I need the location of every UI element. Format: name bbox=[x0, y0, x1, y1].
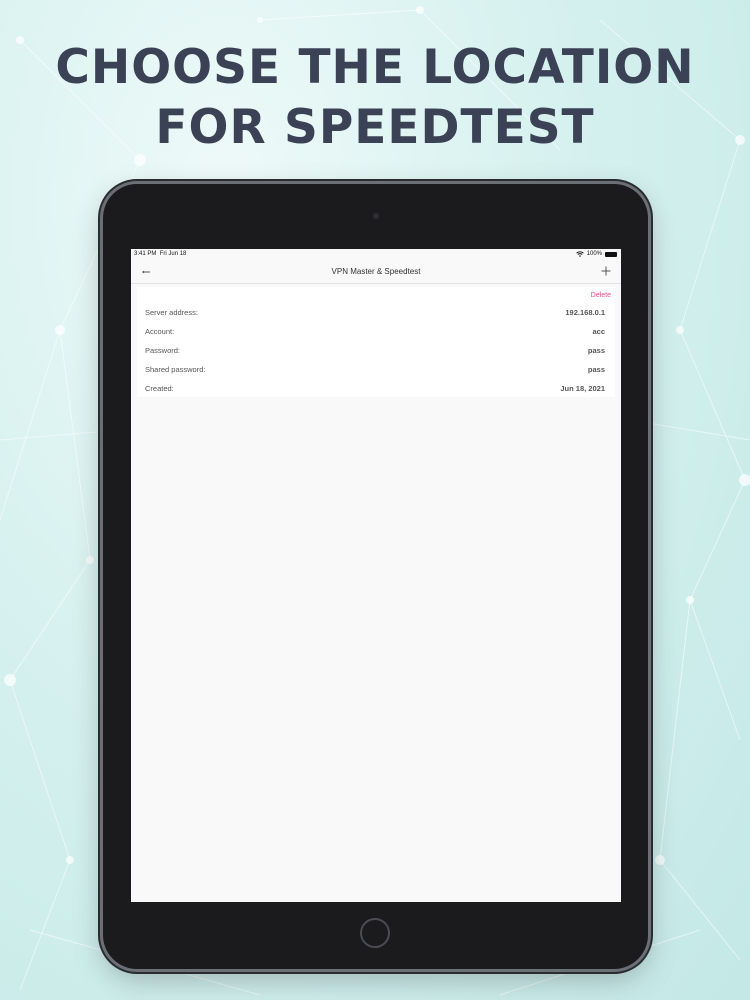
wifi-icon bbox=[575, 251, 584, 257]
detail-label: Account: bbox=[145, 327, 175, 336]
nav-title: VPN Master & Speedtest bbox=[331, 267, 421, 276]
headline: CHOOSE THE LOCATION FOR SPEEDTEST bbox=[0, 38, 750, 158]
detail-row-password: Password: pass bbox=[145, 346, 605, 358]
camera-icon bbox=[372, 212, 380, 220]
delete-button[interactable]: Delete bbox=[591, 292, 611, 299]
detail-row-created: Created: Jun 18, 2021 bbox=[145, 384, 605, 396]
tablet-frame: 3:41 PM Fri Jun 18 100% VPN Master & Spe… bbox=[103, 184, 648, 969]
status-bar: 3:41 PM Fri Jun 18 100% bbox=[131, 249, 621, 261]
home-button[interactable] bbox=[360, 918, 390, 948]
status-indicators: 100% bbox=[575, 251, 617, 257]
detail-row-account: Account: acc bbox=[145, 327, 605, 339]
detail-label: Shared password: bbox=[145, 365, 206, 374]
battery-percentage: 100% bbox=[586, 251, 602, 257]
detail-label: Server address: bbox=[145, 308, 198, 317]
status-time: 3:41 PM bbox=[134, 251, 157, 257]
battery-icon bbox=[605, 251, 617, 257]
server-details-card: Delete Server address: 192.168.0.1 Accou… bbox=[137, 287, 615, 397]
status-date: Fri Jun 18 bbox=[159, 251, 187, 257]
headline-line-2: FOR SPEEDTEST bbox=[155, 100, 595, 155]
detail-row-server-address: Server address: 192.168.0.1 bbox=[145, 308, 605, 320]
detail-value: pass bbox=[587, 346, 605, 355]
plus-icon[interactable] bbox=[600, 265, 612, 277]
detail-row-shared-password: Shared password: pass bbox=[145, 365, 605, 377]
app-screen: 3:41 PM Fri Jun 18 100% VPN Master & Spe… bbox=[131, 249, 621, 902]
detail-value: 192.168.0.1 bbox=[565, 308, 605, 317]
status-time-date: 3:41 PM Fri Jun 18 bbox=[134, 251, 186, 257]
detail-value: acc bbox=[592, 327, 605, 336]
headline-line-1: CHOOSE THE LOCATION bbox=[55, 40, 695, 95]
detail-label: Password: bbox=[145, 346, 181, 355]
detail-value: Jun 18, 2021 bbox=[560, 384, 605, 393]
detail-value: pass bbox=[587, 365, 605, 374]
navigation-bar: VPN Master & Speedtest bbox=[131, 261, 621, 284]
detail-label: Created: bbox=[145, 384, 174, 393]
